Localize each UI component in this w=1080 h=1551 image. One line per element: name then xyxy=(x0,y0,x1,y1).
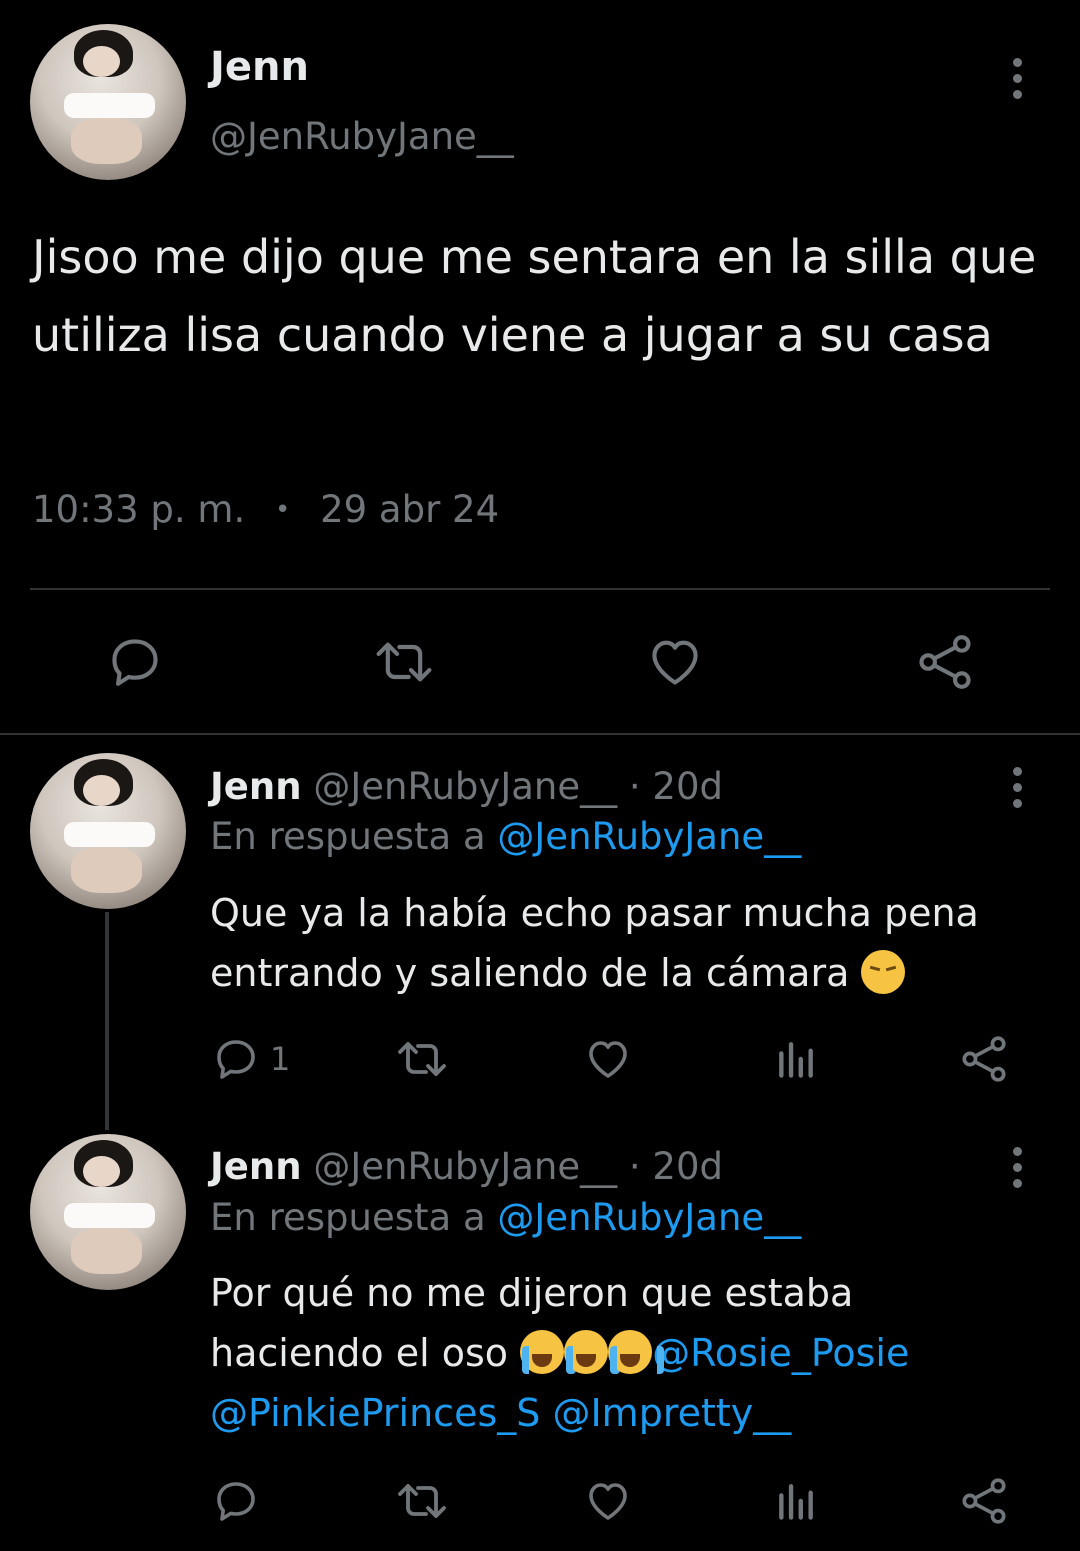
reply-body-line-2-text: haciendo el oso xyxy=(210,1331,509,1375)
views-button[interactable] xyxy=(774,1037,818,1081)
reply-text: Que ya la había echo pasar mucha pena en… xyxy=(210,883,1040,1003)
author-name[interactable]: Jenn xyxy=(210,44,309,90)
more-options-icon[interactable] xyxy=(1007,58,1027,99)
pensive-face-emoji xyxy=(861,950,906,994)
loudly-crying-face-emoji xyxy=(564,1330,621,1374)
reply-header: Jenn @JenRubyJane__ · 20d xyxy=(210,1145,723,1188)
like-button[interactable] xyxy=(646,633,704,691)
replying-mention[interactable]: @JenRubyJane__ xyxy=(497,1196,801,1239)
author-name[interactable]: Jenn xyxy=(210,1145,302,1188)
views-icon xyxy=(779,1042,813,1078)
share-icon xyxy=(962,1036,1006,1082)
replying-mention[interactable]: @JenRubyJane__ xyxy=(497,815,801,858)
author-handle[interactable]: @JenRubyJane__ xyxy=(210,115,514,158)
reply-text: Por qué no me dijeron que estaba haciend… xyxy=(210,1263,1040,1443)
views-icon xyxy=(779,1484,813,1520)
share-button[interactable] xyxy=(958,1033,1010,1085)
retweet-button[interactable] xyxy=(374,633,434,691)
like-icon xyxy=(652,640,698,685)
replying-to: En respuesta a @JenRubyJane__ xyxy=(210,1196,801,1239)
share-icon xyxy=(919,635,971,689)
like-icon xyxy=(589,1041,627,1078)
reply-age[interactable]: · 20d xyxy=(629,1145,723,1188)
tweet-timestamp[interactable]: 10:33 p. m. • 29 abr 24 xyxy=(32,488,499,531)
share-button[interactable] xyxy=(914,631,976,693)
divider xyxy=(30,588,1050,590)
loudly-crying-face-emoji xyxy=(608,1330,665,1374)
mention-link[interactable]: @Rosie_Posie xyxy=(652,1331,909,1375)
reply-body-line-2: haciendo el oso @Rosie_Posie xyxy=(210,1323,1040,1383)
reply-header: Jenn @JenRubyJane__ · 20d xyxy=(210,765,723,808)
share-button[interactable] xyxy=(958,1475,1010,1527)
mention-link[interactable]: @PinkiePrinces_S xyxy=(210,1391,540,1435)
more-options-icon[interactable] xyxy=(1007,767,1027,808)
like-button[interactable] xyxy=(584,1477,632,1525)
retweet-button[interactable] xyxy=(396,1477,448,1525)
tweet-date: 29 abr 24 xyxy=(320,488,500,531)
reply-count: 1 xyxy=(270,1040,291,1078)
timestamp-separator: • xyxy=(274,495,291,525)
reply-body-line-1: Por qué no me dijeron que estaba xyxy=(210,1271,854,1315)
author-name[interactable]: Jenn xyxy=(210,765,302,808)
mention-link[interactable]: @Impretty__ xyxy=(552,1391,791,1435)
reply-button[interactable] xyxy=(212,1477,260,1525)
reply-icon xyxy=(112,639,158,686)
reply-icon xyxy=(217,1482,255,1521)
loudly-crying-face-emoji xyxy=(520,1330,577,1374)
reply-body-line-3: @PinkiePrinces_S @Impretty__ xyxy=(210,1383,1040,1443)
reply-age[interactable]: · 20d xyxy=(629,765,723,808)
replying-prefix: En respuesta a xyxy=(210,815,486,858)
retweet-icon xyxy=(398,1042,446,1076)
author-handle[interactable]: @JenRubyJane__ xyxy=(313,765,617,808)
author-handle[interactable]: @JenRubyJane__ xyxy=(313,1145,617,1188)
tweet-time: 10:33 p. m. xyxy=(32,488,246,531)
more-options-icon[interactable] xyxy=(1007,1147,1027,1188)
tweet-text: Jisoo me dijo que me sentara en la silla… xyxy=(32,230,1037,362)
replying-prefix: En respuesta a xyxy=(210,1196,486,1239)
like-button[interactable] xyxy=(584,1035,632,1083)
share-icon xyxy=(962,1478,1006,1524)
reply-button[interactable] xyxy=(106,633,164,691)
thread-connector xyxy=(105,912,109,1130)
retweet-icon xyxy=(398,1484,446,1518)
like-icon xyxy=(589,1483,627,1520)
retweet-button[interactable] xyxy=(396,1035,448,1083)
reply-button[interactable]: 1 xyxy=(212,1035,290,1083)
avatar[interactable] xyxy=(30,1134,186,1290)
section-divider xyxy=(0,733,1080,735)
avatar[interactable] xyxy=(30,24,186,180)
reply-icon xyxy=(217,1040,255,1079)
views-button[interactable] xyxy=(774,1479,818,1523)
retweet-icon xyxy=(376,642,432,682)
replying-to: En respuesta a @JenRubyJane__ xyxy=(210,815,801,858)
avatar[interactable] xyxy=(30,753,186,909)
